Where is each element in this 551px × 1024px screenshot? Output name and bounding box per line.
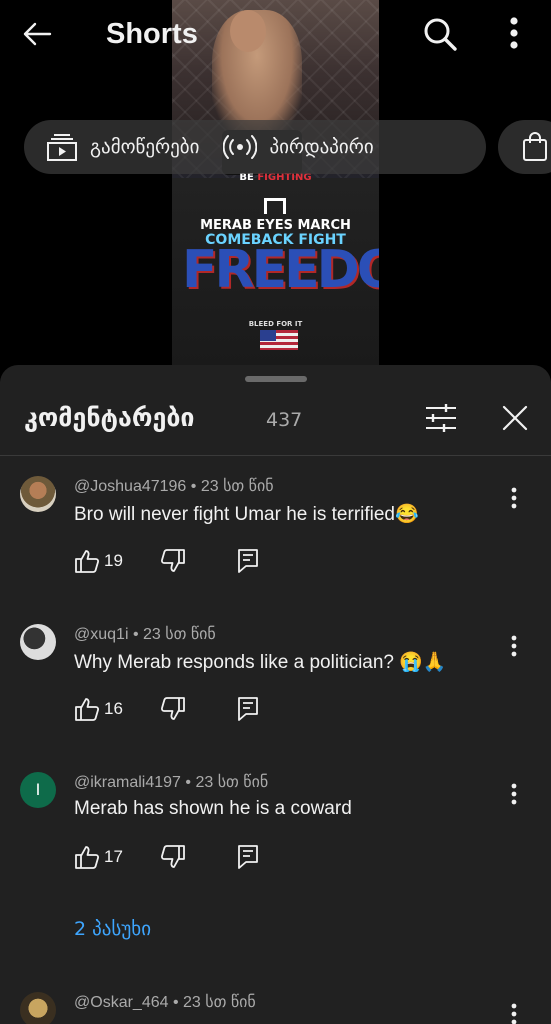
more-vertical-icon [511, 1003, 517, 1024]
comment-author-time[interactable]: @ikramali4197 • 23 სთ წინ [74, 772, 268, 792]
back-button[interactable] [22, 14, 66, 54]
view-replies-link[interactable]: 2 პასუხი [74, 918, 151, 940]
comment-author-time[interactable]: @Oskar_464 • 23 სთ წინ [74, 992, 256, 1012]
comment-more-button[interactable] [504, 482, 524, 512]
more-vertical-icon [511, 635, 517, 657]
comment-more-button[interactable] [504, 630, 524, 660]
more-vertical-icon [511, 487, 517, 509]
search-button[interactable] [420, 14, 462, 56]
thumbs-up-icon [75, 698, 100, 721]
comment-author-time[interactable]: @xuq1i • 23 სთ წინ [74, 624, 216, 644]
comment-text: Why Merab responds like a politician? 😭🙏 [74, 652, 447, 673]
more-options-button[interactable] [500, 14, 528, 56]
reply-button[interactable] [236, 548, 262, 574]
reply-button[interactable] [236, 844, 262, 870]
comment-text: Bro will never fight Umar he is terrifie… [74, 504, 419, 525]
shopping-bag-icon [523, 132, 547, 161]
brand-logo [264, 198, 286, 214]
page-title: Shorts [106, 18, 198, 50]
avatar[interactable]: I [20, 772, 56, 808]
drag-handle[interactable] [245, 376, 307, 382]
reply-comment-icon [238, 845, 258, 869]
comment-text: Merab has shown he is a coward [74, 798, 352, 819]
like-count: 19 [104, 551, 123, 570]
avatar[interactable] [20, 476, 56, 512]
close-icon [502, 405, 528, 431]
like-button[interactable] [74, 844, 100, 870]
like-count: 16 [104, 699, 123, 718]
chip-subscriptions-label: გამოწერები [90, 136, 200, 158]
more-vertical-icon [510, 17, 518, 49]
chip-live-label: პირდაპირი [269, 136, 374, 158]
comments-sheet: კომენტარები 437 @Joshua47196 • 23 სთ წინ… [0, 365, 551, 1024]
search-icon [424, 18, 457, 51]
like-count: 17 [104, 847, 123, 866]
flag-graphic [260, 330, 298, 350]
shirt-small-text: BLEED FOR IT [248, 320, 303, 328]
comments-title: კომენტარები [24, 403, 195, 432]
close-sheet-button[interactable] [500, 403, 530, 433]
thumbs-up-icon [75, 550, 100, 573]
comment-more-button[interactable] [504, 778, 524, 808]
short-video-player[interactable]: FREEDOM BE FIGHTING MERAB EYES MARCH COM… [0, 0, 551, 372]
reply-comment-icon [238, 549, 258, 573]
dislike-button[interactable] [160, 844, 186, 870]
header-divider [0, 455, 551, 456]
reply-button[interactable] [236, 696, 262, 722]
thumbs-down-icon [160, 697, 185, 720]
arrow-left-icon [23, 22, 52, 46]
subscriptions-icon [47, 134, 77, 161]
like-button[interactable] [74, 548, 100, 574]
screen: FREEDOM BE FIGHTING MERAB EYES MARCH COM… [0, 0, 551, 1024]
comment-more-button[interactable] [504, 998, 524, 1024]
shirt-print-text: FREEDOM [182, 240, 379, 300]
video-caption-line2: MERAB EYES MARCH [200, 218, 351, 233]
comment-author-time[interactable]: @Joshua47196 • 23 სთ წინ [74, 476, 274, 496]
thumbs-down-icon [160, 549, 185, 572]
like-button[interactable] [74, 696, 100, 722]
dislike-button[interactable] [160, 696, 186, 722]
video-caption-line3: COMEBACK FIGHT [205, 232, 346, 248]
top-app-bar: Shorts [0, 0, 551, 80]
more-vertical-icon [511, 783, 517, 805]
comments-count: 437 [266, 409, 303, 431]
chip-shopping[interactable] [498, 120, 551, 174]
avatar[interactable] [20, 992, 56, 1024]
chip-subscriptions-live[interactable]: გამოწერები პირდაპირი [24, 120, 486, 174]
sliders-icon [426, 404, 456, 432]
reply-comment-icon [238, 697, 258, 721]
thumbs-up-icon [75, 846, 100, 869]
avatar[interactable] [20, 624, 56, 660]
live-broadcast-icon [223, 135, 258, 159]
sort-filter-button[interactable] [424, 403, 458, 433]
dislike-button[interactable] [160, 548, 186, 574]
thumbs-down-icon [160, 845, 185, 868]
